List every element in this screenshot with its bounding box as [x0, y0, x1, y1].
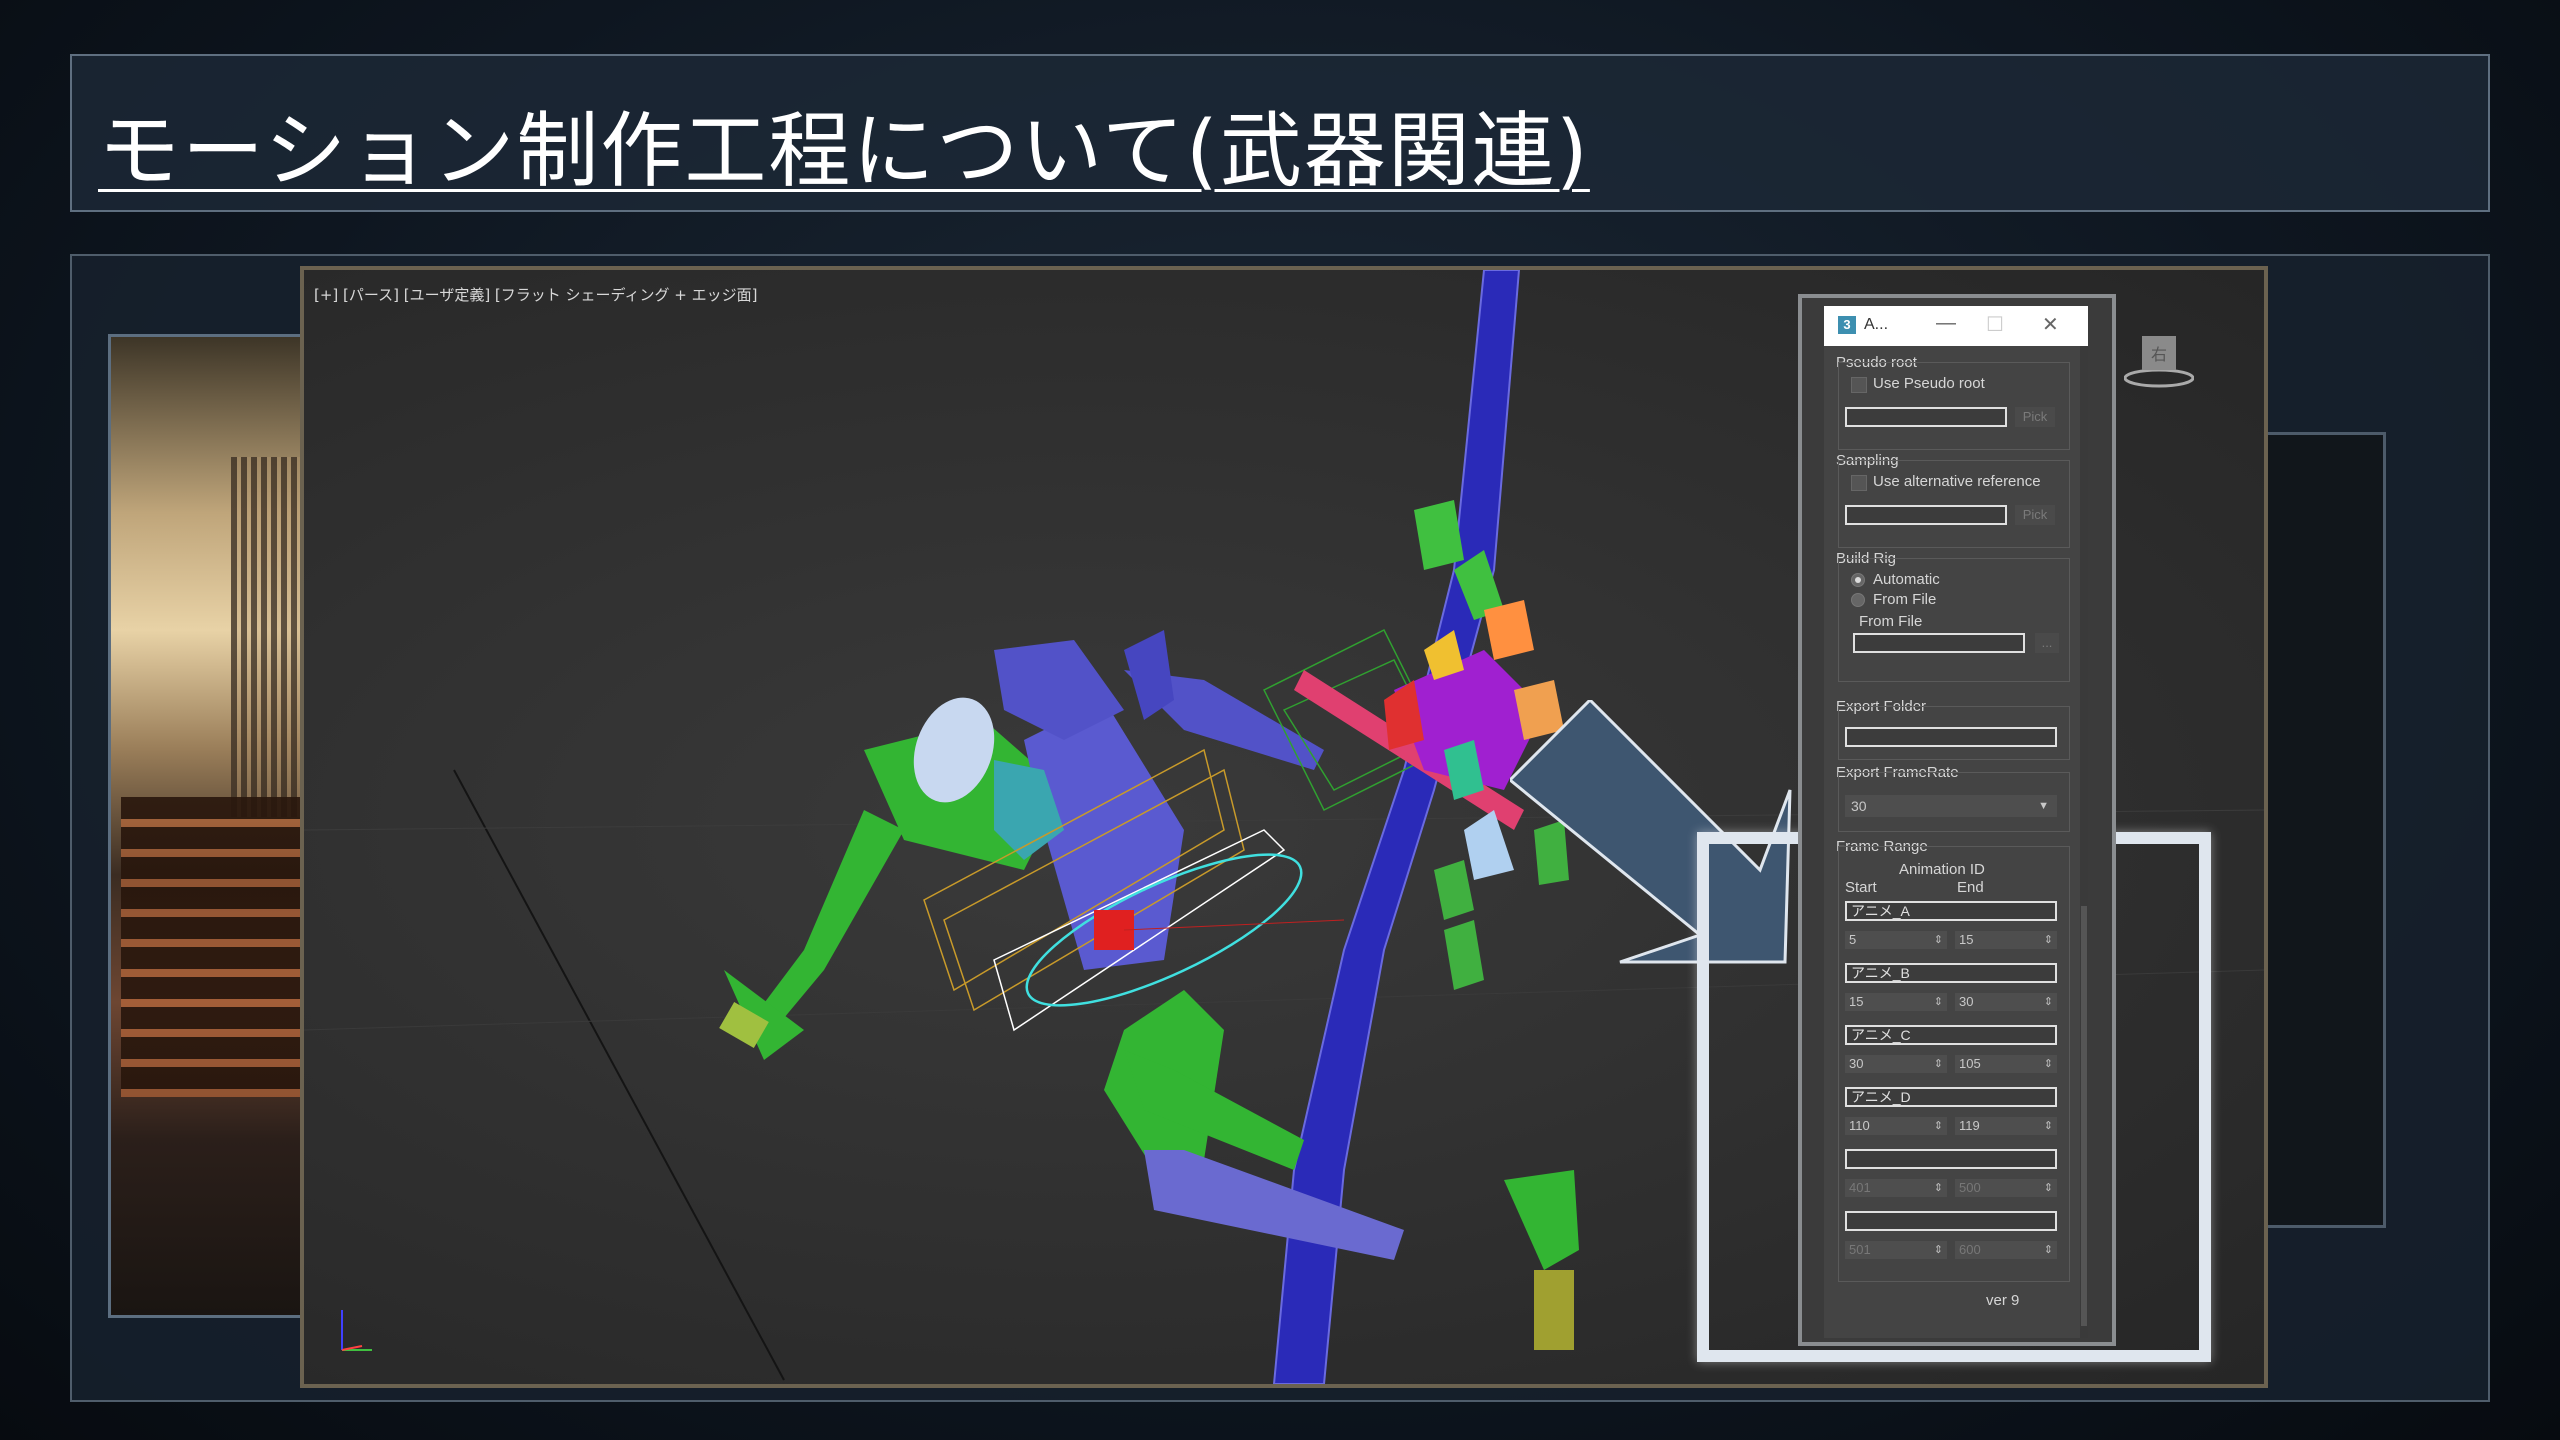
scrollbar-thumb[interactable] — [2081, 906, 2087, 1326]
tower-graphic — [231, 457, 301, 817]
axis-gizmo-icon — [341, 1310, 372, 1351]
animation-id-field[interactable] — [1845, 1149, 2057, 1169]
title-banner: モーション制作工程について(武器関連) — [70, 54, 2490, 212]
end-header: End — [1957, 879, 1984, 896]
start-frame-value: 110 — [1849, 1118, 1870, 1133]
end-frame-spinner[interactable]: 15 ⇕ — [1955, 931, 2057, 949]
pseudo-root-field[interactable] — [1845, 407, 2007, 427]
automatic-label: Automatic — [1873, 571, 1940, 588]
chevron-down-icon: ▼ — [2038, 800, 2049, 812]
sampling-group: Use alternative reference Pick — [1838, 460, 2070, 548]
start-frame-spinner[interactable]: 110 ⇕ — [1845, 1117, 1947, 1135]
end-frame-value: 500 — [1959, 1180, 1981, 1195]
end-frame-value: 30 — [1959, 994, 1974, 1009]
use-alt-reference-label: Use alternative reference — [1873, 473, 2041, 490]
animation-id-header: Animation ID — [1899, 861, 1985, 878]
from-file-label: From File — [1859, 613, 1923, 630]
foot-bone — [1504, 1170, 1579, 1270]
use-pseudo-root-checkbox[interactable] — [1851, 377, 1867, 393]
animation-id-field[interactable]: アニメ_C — [1845, 1025, 2057, 1045]
end-frame-spinner[interactable]: 30 ⇕ — [1955, 993, 2057, 1011]
end-frame-value: 15 — [1959, 932, 1974, 947]
arm-bone — [759, 810, 904, 1030]
viewcube[interactable]: 右 — [2124, 326, 2194, 396]
use-pseudo-root-label: Use Pseudo root — [1873, 375, 1985, 392]
from-file-radio[interactable] — [1851, 593, 1865, 607]
end-frame-spinner[interactable]: 105 ⇕ — [1955, 1055, 2057, 1073]
building-graphic — [121, 797, 301, 1097]
dialog-titlebar[interactable]: 3 A... — ☐ ✕ — [1824, 306, 2088, 346]
close-icon[interactable]: ✕ — [2042, 312, 2059, 337]
framerate-value: 30 — [1851, 798, 1867, 814]
dialog-scrollbar[interactable] — [2080, 346, 2088, 1338]
start-frame-spinner[interactable]: 15 ⇕ — [1845, 993, 1947, 1011]
export-folder-group — [1838, 706, 2070, 760]
end-frame-spinner[interactable]: 600 ⇕ — [1955, 1241, 2057, 1259]
from-file-option-label: From File — [1873, 591, 1937, 608]
start-frame-spinner[interactable]: 5 ⇕ — [1845, 931, 1947, 949]
start-frame-spinner[interactable]: 401 ⇕ — [1845, 1179, 1947, 1197]
start-frame-spinner[interactable]: 501 ⇕ — [1845, 1241, 1947, 1259]
animation-id-field[interactable] — [1845, 1211, 2057, 1231]
animation-id-field[interactable]: アニメ_B — [1845, 963, 2057, 983]
frame-range-group: Animation ID Start End アニメ_A 5 ⇕ 15 ⇕ アニメ_… — [1838, 846, 2070, 1282]
minimize-icon[interactable]: — — [1936, 312, 1956, 335]
export-folder-field[interactable] — [1845, 727, 2057, 747]
animation-id-field[interactable]: アニメ_A — [1845, 901, 2057, 921]
app-icon: 3 — [1838, 316, 1856, 334]
start-frame-spinner[interactable]: 30 ⇕ — [1845, 1055, 1947, 1073]
version-label: ver 9 — [1986, 1292, 2020, 1309]
start-frame-value: 30 — [1849, 1056, 1864, 1071]
foot-prop — [1534, 1270, 1574, 1350]
pseudo-root-group: Use Pseudo root Pick — [1838, 362, 2070, 450]
from-file-field[interactable] — [1853, 633, 2025, 653]
end-frame-spinner[interactable]: 500 ⇕ — [1955, 1179, 2057, 1197]
end-frame-value: 105 — [1959, 1056, 1981, 1071]
sampling-field[interactable] — [1845, 505, 2007, 525]
exporter-dialog: 3 A... — ☐ ✕ Pseudo root Use Pseudo root… — [1824, 306, 2088, 1338]
shin-bone — [1144, 1150, 1404, 1260]
start-frame-value: 15 — [1849, 994, 1864, 1009]
sampling-pick-button[interactable]: Pick — [2015, 505, 2055, 525]
dialog-title: A... — [1864, 316, 1889, 333]
start-header: Start — [1845, 879, 1877, 896]
pseudo-root-pick-button[interactable]: Pick — [2015, 407, 2055, 427]
slide-title: モーション制作工程について(武器関連) — [98, 104, 1590, 199]
maximize-icon[interactable]: ☐ — [1986, 312, 2004, 337]
export-framerate-group: 30 ▼ — [1838, 772, 2070, 832]
animation-id-field[interactable]: アニメ_D — [1845, 1087, 2057, 1107]
start-frame-value: 501 — [1849, 1242, 1871, 1257]
background-screenshot-image — [108, 334, 314, 1318]
end-frame-spinner[interactable]: 119 ⇕ — [1955, 1117, 2057, 1135]
start-frame-value: 5 — [1849, 932, 1857, 947]
end-frame-value: 119 — [1959, 1118, 1980, 1133]
browse-button[interactable]: ... — [2035, 633, 2059, 653]
viewcube-label: 右 — [2151, 345, 2167, 364]
automatic-radio[interactable] — [1851, 573, 1865, 587]
start-frame-value: 401 — [1849, 1180, 1871, 1195]
use-alt-reference-checkbox[interactable] — [1851, 475, 1867, 491]
framerate-dropdown[interactable]: 30 ▼ — [1845, 795, 2057, 817]
end-frame-value: 600 — [1959, 1242, 1981, 1257]
build-rig-group: Automatic From File From File ... — [1838, 558, 2070, 682]
background-screenshot-panel — [2250, 432, 2386, 1228]
